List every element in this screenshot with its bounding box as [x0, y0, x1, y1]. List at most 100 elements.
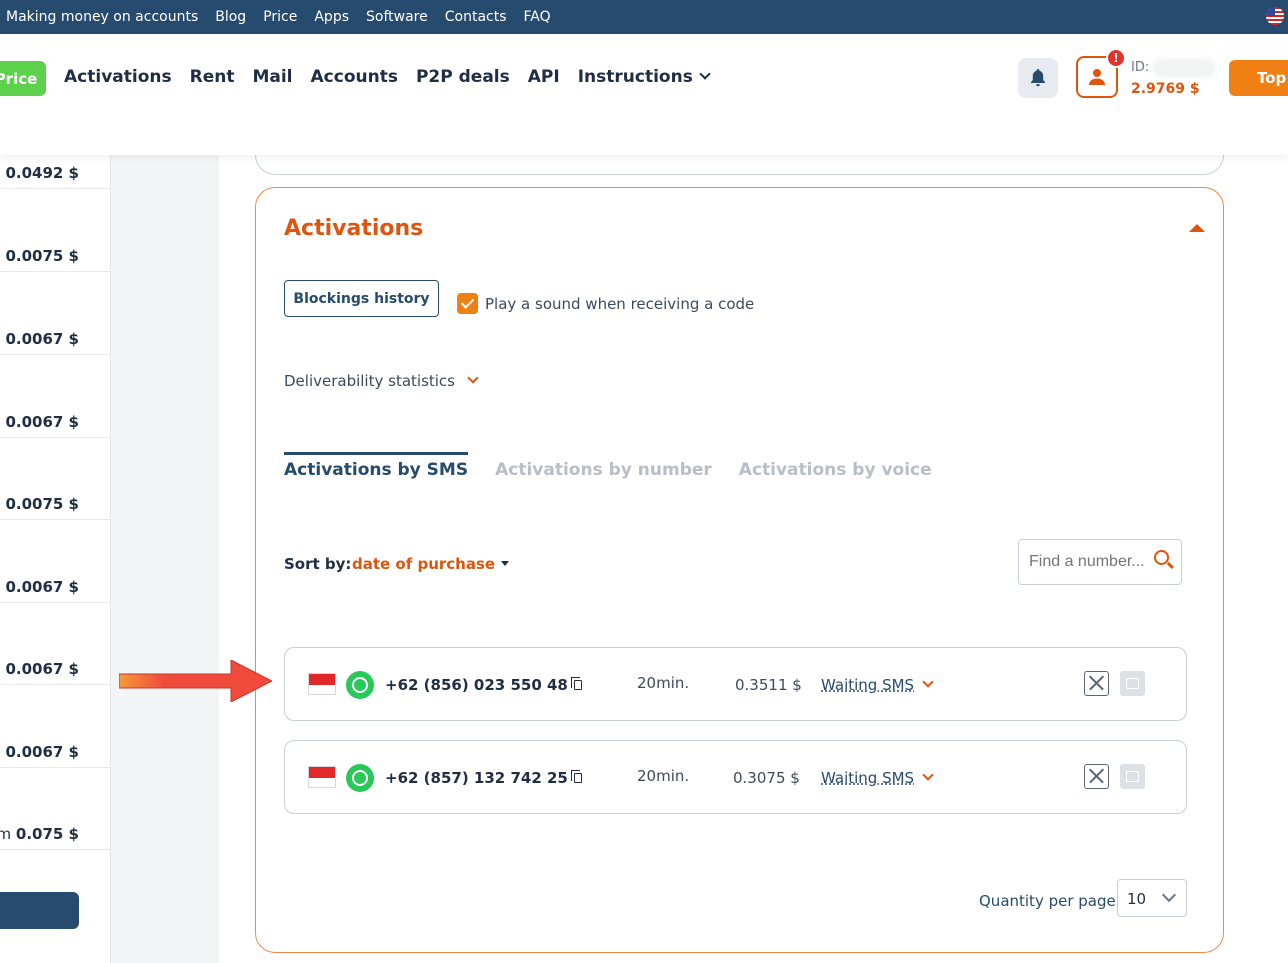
price-item[interactable]: rom 0.0075 $: [0, 189, 110, 272]
price-item[interactable]: m 0.0492 $: [0, 155, 110, 189]
price-text: m 0.0067 $: [0, 413, 79, 431]
nav-accounts[interactable]: Accounts: [311, 67, 398, 87]
tab-sms[interactable]: Activations by SMS: [284, 452, 469, 488]
price-item[interactable]: m 0.0067 $: [0, 355, 110, 438]
blockings-history-button[interactable]: Blockings history: [284, 280, 439, 317]
nav-activations[interactable]: Activations: [64, 67, 172, 87]
user-id-value: [1152, 58, 1216, 78]
activations-card: Activations Blockings history Play a sou…: [255, 187, 1224, 953]
phone-number-text: +62 (856) 023 550 48: [385, 676, 568, 694]
topnav-making-money[interactable]: Making money on accounts: [6, 9, 198, 25]
price-button[interactable]: Price: [0, 61, 46, 96]
phone-number[interactable]: +62 (857) 132 742 25: [385, 769, 582, 787]
header: Price Activations Rent Mail Accounts P2P…: [0, 34, 1288, 155]
time-remaining: 20min.: [637, 767, 690, 785]
price-sidebar: m 0.0492 $ rom 0.0075 $ m 0.0067 $ m 0.0…: [0, 155, 111, 963]
user-icon: [1089, 69, 1105, 85]
pointer-arrow-icon: [119, 660, 272, 702]
price-value: 0.0067 $: [5, 578, 79, 596]
price-value: 0.075 $: [15, 825, 79, 843]
cancel-button[interactable]: [1084, 764, 1109, 789]
repeat-icon[interactable]: [1120, 764, 1145, 789]
sound-checkbox[interactable]: [457, 293, 478, 314]
chevron-down-icon: [922, 676, 934, 688]
topnav-faq[interactable]: FAQ: [524, 9, 551, 25]
deliverability-toggle[interactable]: Deliverability statistics: [284, 372, 479, 390]
collapse-icon[interactable]: [1189, 224, 1205, 232]
activation-row: +62 (857) 132 742 25 20min. 0.3075 $ Wai…: [284, 740, 1187, 814]
topup-label: Top: [1257, 69, 1287, 87]
price-value: 0.0492 $: [5, 164, 79, 182]
sort-dropdown[interactable]: date of purchase: [352, 555, 510, 573]
us-flag-icon[interactable]: [1266, 7, 1284, 25]
price-value: 0.0067 $: [5, 413, 79, 431]
price-item[interactable]: m 0.0075 $: [0, 437, 110, 520]
tab-number[interactable]: Activations by number: [495, 452, 712, 488]
top-nav: Making money on accounts Blog Price Apps…: [0, 9, 551, 25]
topnav-contacts[interactable]: Contacts: [445, 9, 507, 25]
alert-badge: !: [1106, 48, 1126, 68]
tab-voice[interactable]: Activations by voice: [739, 452, 932, 488]
status-dropdown[interactable]: Waiting SMS: [821, 676, 934, 694]
topnav-apps[interactable]: Apps: [314, 9, 349, 25]
price-value: 0.0067 $: [5, 330, 79, 348]
copy-icon[interactable]: [570, 677, 582, 690]
status-text: Waiting SMS: [821, 769, 915, 787]
price-text: m 0.0075 $: [0, 495, 79, 513]
price-item[interactable]: m 0.0067 $: [0, 520, 110, 603]
top-bar: Making money on accounts Blog Price Apps…: [0, 0, 1288, 34]
price-text: om 0.075 $: [0, 825, 79, 843]
price-text: rom 0.0075 $: [0, 247, 79, 265]
sidebar-action-button[interactable]: [0, 892, 79, 929]
indonesia-flag-icon: [308, 766, 336, 788]
sort-label: Sort by:: [284, 555, 352, 573]
price-button-label: Price: [0, 69, 38, 88]
price-value: 0.0067 $: [5, 743, 79, 761]
nav-rent[interactable]: Rent: [190, 67, 235, 87]
price-item[interactable]: m 0.0067 $: [0, 685, 110, 768]
balance: 2.9769 $: [1131, 81, 1200, 97]
indonesia-flag-icon: [308, 673, 336, 695]
activation-price: 0.3511 $: [735, 676, 802, 694]
quantity-per-page-select[interactable]: 10: [1117, 879, 1187, 917]
price-value: 0.0067 $: [5, 660, 79, 678]
activation-tabs: Activations by SMS Activations by number…: [284, 452, 932, 488]
status-dropdown[interactable]: Waiting SMS: [821, 769, 934, 787]
price-prefix: om: [0, 825, 16, 843]
topup-button[interactable]: Top: [1229, 60, 1288, 96]
search-icon[interactable]: [1154, 550, 1169, 565]
price-item[interactable]: m 0.0067 $: [0, 602, 110, 685]
repeat-icon[interactable]: [1120, 671, 1145, 696]
main-nav: Activations Rent Mail Accounts P2P deals…: [64, 67, 711, 87]
activations-title: Activations: [284, 216, 424, 241]
nav-api[interactable]: API: [528, 67, 560, 87]
nav-p2p-deals[interactable]: P2P deals: [416, 67, 510, 87]
nav-instructions[interactable]: Instructions: [577, 67, 711, 87]
copy-icon[interactable]: [570, 770, 582, 783]
quantity-value: 10: [1127, 890, 1147, 908]
chevron-down-icon: [467, 372, 479, 384]
topnav-price[interactable]: Price: [263, 9, 297, 25]
cancel-button[interactable]: [1084, 671, 1109, 696]
main-panel: Activations Blockings history Play a sou…: [219, 125, 1288, 963]
topnav-blog[interactable]: Blog: [215, 9, 246, 25]
topnav-software[interactable]: Software: [366, 9, 428, 25]
notifications-button[interactable]: [1018, 58, 1058, 98]
price-item[interactable]: m 0.0067 $: [0, 272, 110, 355]
price-item[interactable]: om 0.075 $: [0, 767, 110, 850]
phone-number[interactable]: +62 (856) 023 550 48: [385, 676, 582, 694]
quantity-per-page-label: Quantity per page: [979, 892, 1116, 910]
nav-instructions-label: Instructions: [577, 67, 693, 87]
price-value: 0.0075 $: [5, 247, 79, 265]
chevron-down-icon: [699, 68, 711, 80]
nav-mail[interactable]: Mail: [252, 67, 292, 87]
search-input[interactable]: [1029, 553, 1147, 571]
price-text: m 0.0067 $: [0, 578, 79, 596]
sort-value: date of purchase: [352, 555, 496, 573]
status-text: Waiting SMS: [821, 676, 915, 694]
whatsapp-icon: [346, 764, 374, 792]
user-id-label: ID:: [1131, 60, 1150, 75]
price-text: m 0.0492 $: [0, 164, 79, 182]
sound-checkbox-label[interactable]: Play a sound when receiving a code: [485, 295, 754, 313]
price-value: 0.0075 $: [5, 495, 79, 513]
